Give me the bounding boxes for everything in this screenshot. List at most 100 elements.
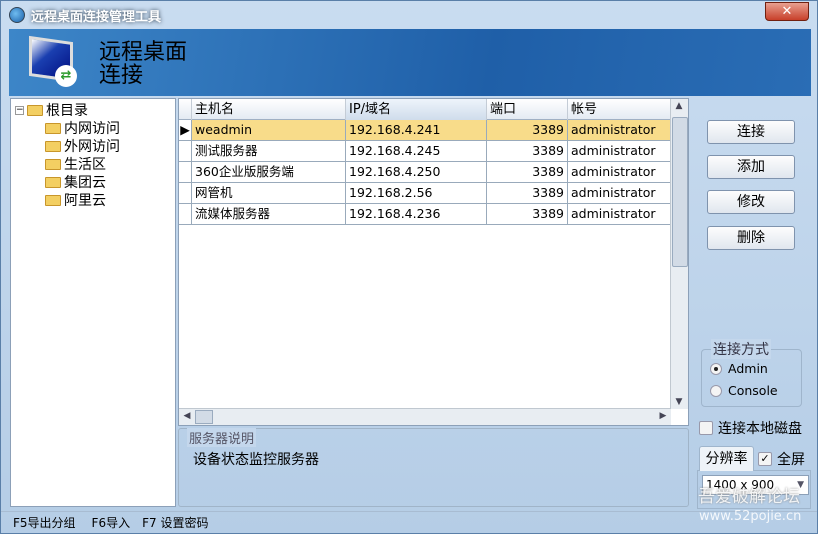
cell-port[interactable]: 3389 [487,120,568,141]
tree-item-label: 生活区 [64,157,106,173]
scroll-left-icon[interactable]: ◀ [179,411,195,421]
connect-mode-legend: 连接方式 [711,339,771,359]
close-button[interactable]: ✕ [765,2,809,21]
resolution-select[interactable]: 1400 x 900 ▼ [702,475,809,495]
column-header-account[interactable]: 帐号 [568,99,671,120]
app-icon [9,7,25,23]
tree-item[interactable]: 集团云 [15,173,171,191]
tree-item[interactable]: 外网访问 [15,137,171,155]
column-header-ip[interactable]: IP/域名 [346,99,487,120]
scroll-right-icon[interactable]: ▶ [655,411,671,421]
table-row[interactable]: 测试服务器 192.168.4.245 3389 administrator [179,141,688,162]
group-tree[interactable]: − 根目录 内网访问 外网访问 生活区 集团云 阿里云 [10,98,176,507]
remote-arrows-icon: ⇄ [55,65,77,87]
table-row[interactable]: ▶ weadmin 192.168.4.241 3389 administrat… [179,120,688,141]
cell-account[interactable]: administrator [568,204,671,225]
tree-root-label: 根目录 [46,103,88,119]
table-row[interactable]: 网管机 192.168.2.56 3389 administrator [179,183,688,204]
radio-admin[interactable]: Admin [710,361,768,376]
horizontal-scrollbar[interactable]: ◀ ▶ [179,408,671,425]
cell-account[interactable]: administrator [568,183,671,204]
title-bar: 远程桌面连接管理工具 ✕ [1,1,817,29]
table-row[interactable]: 360企业版服务端 192.168.4.250 3389 administrat… [179,162,688,183]
cell-ip[interactable]: 192.168.2.56 [346,183,487,204]
cell-host[interactable]: 网管机 [192,183,346,204]
tree-item[interactable]: 生活区 [15,155,171,173]
folder-icon [45,158,61,170]
current-row-icon[interactable]: ▶ [179,120,192,141]
cell-account[interactable]: administrator [568,120,671,141]
radio-unchecked-icon[interactable] [710,384,722,397]
status-bar: F5导出分组 F6导入 F7 设置密码 [1,511,817,533]
description-legend: 服务器说明 [187,428,257,447]
server-description: 服务器说明 设备状态监控服务器 [178,428,689,507]
connect-button[interactable]: 连接 [707,120,795,144]
cell-port[interactable]: 3389 [487,183,568,204]
add-button[interactable]: 添加 [707,155,795,179]
row-header[interactable] [179,162,192,183]
row-header[interactable] [179,204,192,225]
vertical-scrollbar[interactable]: ▲ ▼ [670,99,688,409]
scroll-down-icon[interactable]: ▼ [671,397,687,407]
cell-ip[interactable]: 192.168.4.241 [346,120,487,141]
server-grid[interactable]: 主机名 IP/域名 端口 帐号 ▶ weadmin 192.168.4.241 … [178,98,689,426]
row-header[interactable] [179,183,192,204]
description-text: 设备状态监控服务器 [193,452,319,468]
folder-icon [45,140,61,152]
scroll-up-icon[interactable]: ▲ [671,101,687,111]
window-title: 远程桌面连接管理工具 [31,9,162,25]
tree-item[interactable]: 内网访问 [15,119,171,137]
folder-icon [45,176,61,188]
cell-ip[interactable]: 192.168.4.236 [346,204,487,225]
folder-icon [45,122,61,134]
radio-checked-icon[interactable] [710,362,722,375]
cell-port[interactable]: 3389 [487,204,568,225]
tree-item-label: 集团云 [64,175,106,191]
banner: ⇄ 远程桌面 连接 [9,29,811,96]
cell-account[interactable]: administrator [568,141,671,162]
folder-open-icon [27,104,43,116]
fullscreen-checkbox[interactable]: ✓ 全屏 [758,449,805,469]
checkbox-unchecked-icon[interactable] [699,421,713,435]
status-import: F6导入 [91,516,131,530]
cell-host[interactable]: 流媒体服务器 [192,204,346,225]
cell-port[interactable]: 3389 [487,162,568,183]
connect-mode-group: 连接方式 Admin Console [701,339,802,407]
tree-item[interactable]: 阿里云 [15,191,171,209]
checkmark-icon[interactable]: ✓ [758,452,772,466]
cell-port[interactable]: 3389 [487,141,568,162]
status-export: F5导出分组 [13,516,76,530]
banner-line2: 连接 [99,63,144,88]
grid-header: 主机名 IP/域名 端口 帐号 [179,99,688,120]
tree-item-label: 内网访问 [64,121,120,137]
column-header-host[interactable]: 主机名 [192,99,346,120]
radio-console[interactable]: Console [710,383,778,398]
tree-item-label: 阿里云 [64,193,106,209]
radio-label: Console [728,383,778,398]
cell-host[interactable]: weadmin [192,120,346,141]
row-header-corner [179,99,192,120]
tree-root[interactable]: − 根目录 [15,101,171,119]
scroll-thumb[interactable] [672,117,688,267]
cell-host[interactable]: 360企业版服务端 [192,162,346,183]
resolution-value: 1400 x 900 [706,478,775,492]
table-row[interactable]: 流媒体服务器 192.168.4.236 3389 administrator [179,204,688,225]
row-header[interactable] [179,141,192,162]
banner-line1: 远程桌面 [99,40,188,65]
collapse-icon[interactable]: − [15,105,24,115]
tab-resolution[interactable]: 分辨率 [699,446,754,471]
fullscreen-label: 全屏 [777,452,805,468]
cell-host[interactable]: 测试服务器 [192,141,346,162]
status-password: F7 设置密码 [142,516,209,530]
cell-account[interactable]: administrator [568,162,671,183]
local-disk-label: 连接本地磁盘 [718,421,802,437]
column-header-port[interactable]: 端口 [487,99,568,120]
delete-button[interactable]: 删除 [707,226,795,250]
edit-button[interactable]: 修改 [707,190,795,214]
cell-ip[interactable]: 192.168.4.250 [346,162,487,183]
folder-icon [45,194,61,206]
dropdown-arrow-icon[interactable]: ▼ [797,476,804,494]
local-disk-checkbox[interactable]: 连接本地磁盘 [699,418,802,438]
cell-ip[interactable]: 192.168.4.245 [346,141,487,162]
scroll-thumb[interactable] [195,410,213,424]
